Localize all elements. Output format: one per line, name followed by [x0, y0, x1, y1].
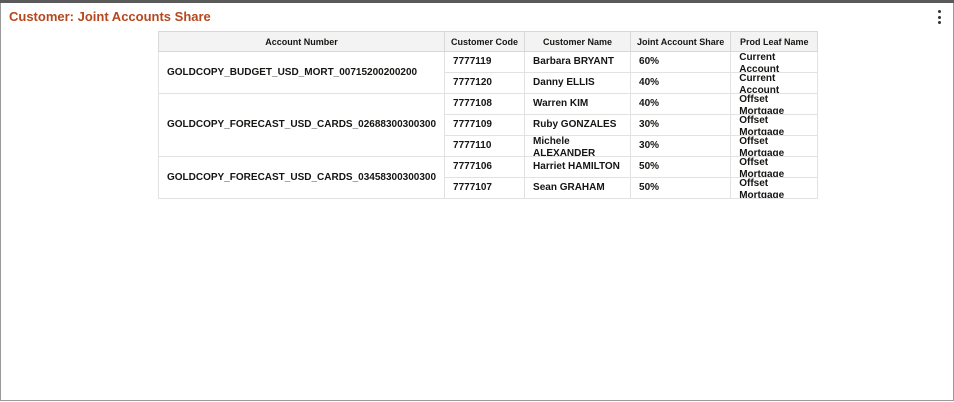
joint-share-cell: 50%	[630, 177, 732, 199]
column-header-account-number[interactable]: Account Number	[157, 31, 446, 52]
table-body: GOLDCOPY_BUDGET_USD_MORT_00715200200200 …	[157, 51, 819, 199]
prod-leaf-cell: Offset Mortgage	[730, 177, 819, 199]
customer-name-text: Michele ALEXANDER	[533, 136, 596, 156]
customer-name-cell: Harriet HAMILTON	[524, 156, 632, 178]
prod-leaf-text: Offset Mortgage	[739, 94, 785, 114]
prod-leaf-cell: Offset Mortgage	[730, 156, 819, 178]
prod-leaf-text: Current Account	[739, 73, 780, 93]
customer-code-cell: 7777120	[444, 72, 526, 94]
customer-name-cell: Michele ALEXANDER	[524, 135, 632, 157]
prod-leaf-text: Offset Mortgage	[739, 157, 785, 177]
prod-leaf-cell: Current Account	[730, 72, 819, 94]
column-header-customer-code[interactable]: Customer Code	[444, 31, 526, 52]
column-header-prod-leaf-name[interactable]: Prod Leaf Name	[730, 31, 819, 52]
prod-leaf-cell: Offset Mortgage	[730, 114, 819, 136]
kebab-dot	[937, 10, 941, 13]
prod-leaf-text: Offset Mortgage	[739, 115, 785, 135]
joint-share-cell: 30%	[630, 135, 732, 157]
customer-name-cell: Danny ELLIS	[524, 72, 632, 94]
account-number-cell: GOLDCOPY_FORECAST_USD_CARDS_026883003003…	[157, 93, 446, 157]
prod-leaf-cell: Offset Mortgage	[730, 135, 819, 157]
customer-name-cell: Sean GRAHAM	[524, 177, 632, 199]
customer-name-cell: Warren KIM	[524, 93, 632, 115]
customer-name-cell: Ruby GONZALES	[524, 114, 632, 136]
kebab-dot	[937, 15, 941, 19]
column-header-joint-account-share[interactable]: Joint Account Share	[630, 31, 732, 52]
joint-share-cell: 30%	[630, 114, 732, 136]
panel-title: Customer: Joint Accounts Share	[9, 9, 211, 24]
customer-code-cell: 7777106	[444, 156, 526, 178]
prod-leaf-text: Offset Mortgage	[739, 136, 785, 156]
joint-share-cell: 50%	[630, 156, 732, 178]
joint-share-cell: 40%	[630, 93, 732, 115]
column-header-customer-name[interactable]: Customer Name	[524, 31, 632, 52]
table-row: GOLDCOPY_FORECAST_USD_CARDS_034583003003…	[157, 156, 819, 199]
customer-code-cell: 7777108	[444, 93, 526, 115]
customer-code-cell: 7777107	[444, 177, 526, 199]
table-row: GOLDCOPY_FORECAST_USD_CARDS_026883003003…	[157, 93, 819, 157]
customer-code-cell: 7777109	[444, 114, 526, 136]
customer-code-cell: 7777110	[444, 135, 526, 157]
joint-share-cell: 60%	[630, 51, 732, 73]
prod-leaf-text: Offset Mortgage	[739, 178, 785, 198]
kebab-dot	[937, 21, 941, 24]
customer-name-cell: Barbara BRYANT	[524, 51, 632, 73]
more-options-icon[interactable]	[933, 10, 945, 24]
account-number-cell: GOLDCOPY_FORECAST_USD_CARDS_034583003003…	[157, 156, 446, 199]
prod-leaf-cell: Current Account	[730, 51, 819, 73]
customer-code-cell: 7777119	[444, 51, 526, 73]
prod-leaf-cell: Offset Mortgage	[730, 93, 819, 115]
joint-accounts-table: Account Number Customer Code Customer Na…	[157, 31, 819, 199]
prod-leaf-text: Current Account	[739, 52, 780, 72]
table-row: GOLDCOPY_BUDGET_USD_MORT_00715200200200 …	[157, 51, 819, 94]
joint-share-cell: 40%	[630, 72, 732, 94]
account-number-cell: GOLDCOPY_BUDGET_USD_MORT_00715200200200	[157, 51, 446, 94]
header-row: Account Number Customer Code Customer Na…	[157, 31, 819, 52]
